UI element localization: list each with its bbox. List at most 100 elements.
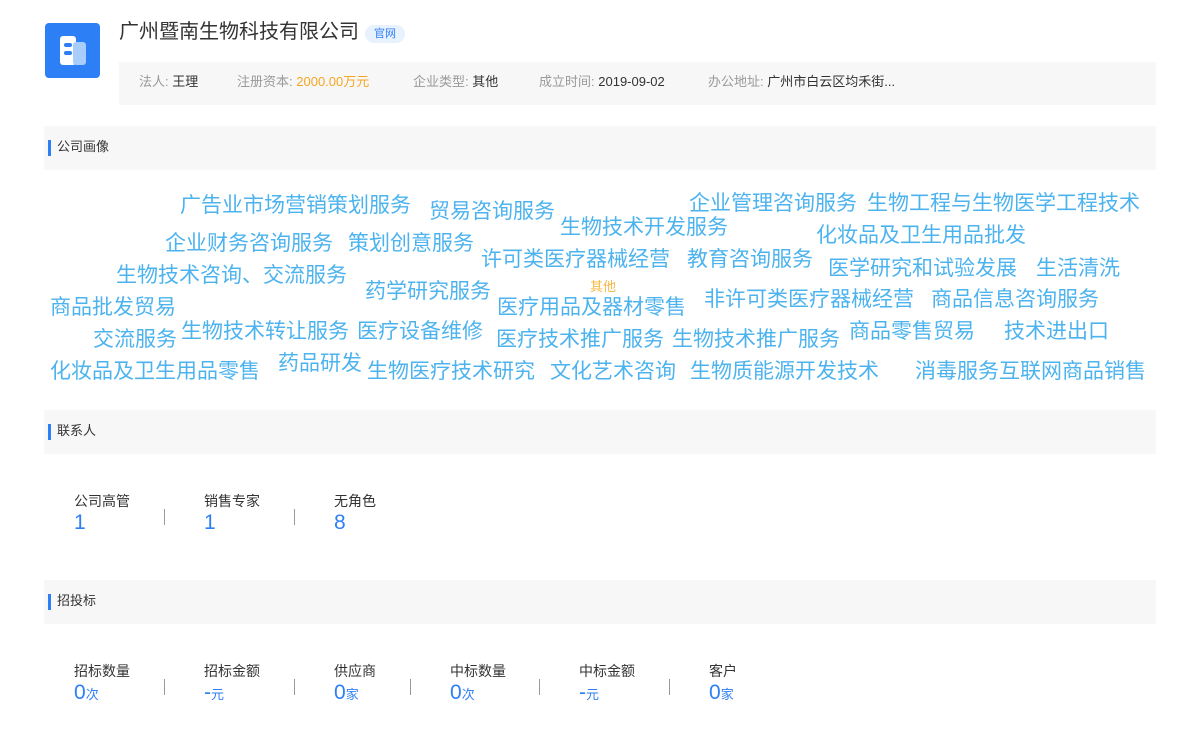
registered-capital-value: 2000.00万元 [296, 74, 370, 89]
tag-word: 商品零售贸易 [849, 320, 975, 343]
stat-value: 0 [709, 681, 721, 704]
company-info-bar: 法人: 王理 注册资本: 2000.00万元 企业类型: 其他 成立时间: 20… [119, 62, 1156, 105]
registered-capital-label: 注册资本: [237, 74, 293, 89]
stat-value: - [579, 681, 586, 704]
company-type-value: 其他 [472, 74, 499, 89]
tag-word: 生物医疗技术研究 [367, 360, 535, 383]
stat-unit: 次 [85, 687, 99, 702]
tag-word: 药品研发 [278, 352, 362, 375]
tag-word: 互联网商品销售 [999, 360, 1146, 383]
section-title: 公司画像 [57, 139, 110, 154]
stat-value: - [204, 681, 211, 704]
bid-stat-tender-amount[interactable]: 招标金额 -元 [204, 662, 260, 708]
legal-person: 法人: 王理 [139, 62, 198, 102]
stat-unit: 家 [720, 687, 734, 702]
section-header-contacts: 联系人 [44, 410, 1156, 454]
tag-word: 教育咨询服务 [687, 248, 813, 271]
tag-word: 消毒服务 [915, 360, 999, 383]
stat-label: 招标数量 [74, 663, 130, 679]
stat-label: 客户 [709, 663, 737, 679]
tag-word: 非许可类医疗器械经营 [704, 288, 914, 311]
stat-label: 中标数量 [450, 663, 506, 679]
tag-word: 医疗设备维修 [357, 320, 483, 343]
bid-stat-win-count[interactable]: 中标数量 0次 [450, 662, 506, 708]
company-logo [45, 23, 100, 78]
stat-value: 1 [204, 511, 216, 534]
tag-word: 广告业市场营销策划服务 [180, 194, 411, 217]
tag-word: 化妆品及卫生用品批发 [816, 224, 1026, 247]
section-accent-bar [48, 424, 51, 440]
stat-divider [539, 679, 540, 695]
tag-word: 生物质能源开发技术 [690, 360, 879, 383]
section-title: 联系人 [57, 423, 97, 438]
bid-stat-customers[interactable]: 客户 0家 [709, 662, 737, 708]
tag-word: 企业财务咨询服务 [165, 232, 333, 255]
stat-unit: 次 [461, 687, 475, 702]
bid-stat-suppliers[interactable]: 供应商 0家 [334, 662, 376, 708]
stat-divider [294, 509, 295, 525]
stat-value: 1 [74, 511, 86, 534]
stat-divider [164, 679, 165, 695]
tag-word: 药学研究服务 [365, 280, 491, 303]
stat-value: 8 [334, 511, 346, 534]
company-name: 广州暨南生物科技有限公司 [119, 21, 359, 43]
office-address-value: 广州市白云区均禾街... [767, 74, 896, 89]
stat-value: 0 [334, 681, 346, 704]
tag-word: 交流服务 [93, 328, 177, 351]
office-address: 办公地址: 广州市白云区均禾街... [708, 62, 895, 102]
stat-label: 中标金额 [579, 663, 635, 679]
section-header-bidding: 招投标 [44, 580, 1156, 624]
official-site-link[interactable]: 官网 [365, 25, 405, 43]
company-type: 企业类型: 其他 [413, 62, 498, 102]
tag-word: 医学研究和试验发展 [828, 257, 1017, 280]
stat-label: 招标金额 [204, 663, 260, 679]
tag-word: 企业管理咨询服务 [689, 192, 857, 215]
tag-word: 医疗用品及器材零售 [497, 296, 686, 319]
legal-person-value: 王理 [172, 74, 199, 89]
registered-capital: 注册资本: 2000.00万元 [237, 62, 369, 102]
tag-word: 技术进出口 [1004, 320, 1109, 343]
tag-word: 许可类医疗器械经营 [481, 248, 670, 271]
company-type-label: 企业类型: [413, 74, 469, 89]
tag-word: 生物技术咨询、交流服务 [116, 264, 347, 287]
stat-unit: 家 [345, 687, 359, 702]
founded-date-label: 成立时间: [539, 74, 595, 89]
stat-unit: 元 [211, 687, 225, 702]
tag-word: 生物技术推广服务 [672, 328, 840, 351]
stat-label: 公司高管 [74, 493, 130, 509]
founded-date-value: 2019-09-02 [598, 74, 665, 89]
stat-label: 供应商 [334, 663, 376, 679]
tag-word: 化妆品及卫生用品零售 [50, 360, 260, 383]
tag-word: 生物工程与生物医学工程技术 [867, 192, 1140, 215]
founded-date: 成立时间: 2019-09-02 [539, 62, 665, 102]
contact-stat-executives[interactable]: 公司高管 1 [74, 492, 130, 536]
stat-divider [410, 679, 411, 695]
stat-divider [294, 679, 295, 695]
bid-stat-tender-count[interactable]: 招标数量 0次 [74, 662, 130, 708]
tag-word: 贸易咨询服务 [429, 200, 555, 223]
stat-unit: 元 [586, 687, 600, 702]
section-accent-bar [48, 140, 51, 156]
building-icon [60, 36, 86, 65]
tag-word: 生物技术开发服务 [560, 216, 728, 239]
stat-value: 0 [74, 681, 86, 704]
tag-word: 医疗技术推广服务 [496, 328, 664, 351]
section-accent-bar [48, 594, 51, 610]
contact-stat-no-role[interactable]: 无角色 8 [334, 492, 376, 536]
stat-label: 销售专家 [204, 493, 260, 509]
stat-divider [164, 509, 165, 525]
stat-value: 0 [450, 681, 462, 704]
office-address-label: 办公地址: [708, 74, 764, 89]
section-title: 招投标 [57, 593, 97, 608]
tag-word: 商品信息咨询服务 [931, 288, 1099, 311]
contact-stat-sales-experts[interactable]: 销售专家 1 [204, 492, 260, 536]
stat-divider [669, 679, 670, 695]
bid-stat-win-amount[interactable]: 中标金额 -元 [579, 662, 635, 708]
tag-word: 文化艺术咨询 [550, 360, 676, 383]
tag-word: 生活清洗 [1036, 257, 1120, 280]
tag-word: 策划创意服务 [348, 232, 474, 255]
tag-word: 商品批发贸易 [50, 296, 176, 319]
section-header-portrait: 公司画像 [44, 126, 1156, 170]
stat-label: 无角色 [334, 493, 376, 509]
tag-cloud: 广告业市场营销策划服务 贸易咨询服务 生物技术开发服务 企业管理咨询服务 生物工… [44, 170, 1156, 395]
